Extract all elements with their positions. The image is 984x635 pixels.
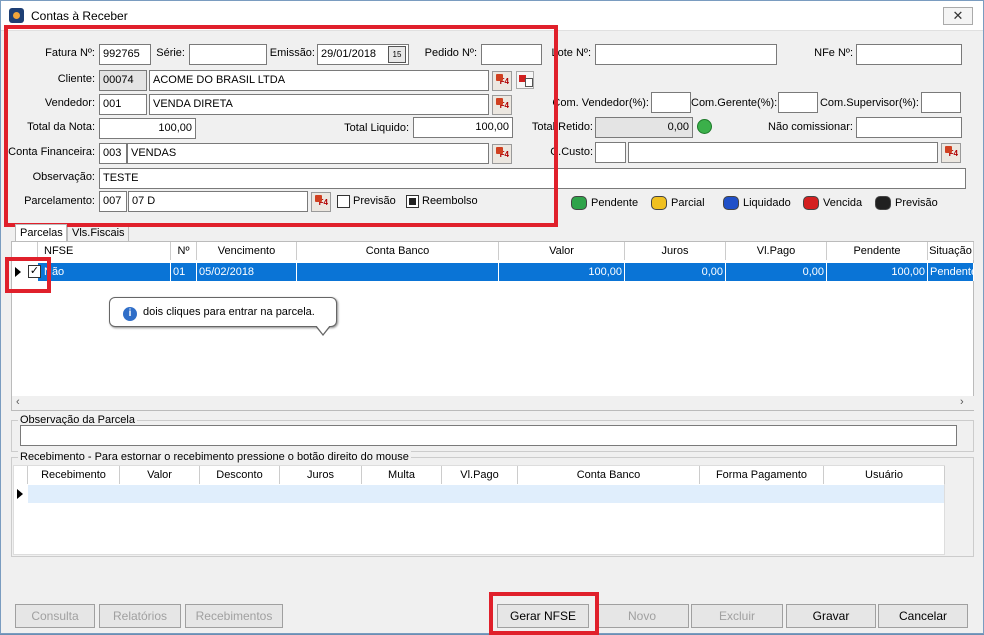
window-title: Contas à Receber — [31, 9, 128, 23]
horizontal-scrollbar[interactable]: ‹ › — [12, 396, 974, 410]
ccusto-code-input[interactable] — [595, 142, 626, 163]
table-row[interactable]: ✓ Não 01 05/02/2018 100,00 0,00 0,00 100… — [12, 263, 974, 281]
ccusto-name-input[interactable] — [628, 142, 938, 163]
relatorios-button[interactable]: Relatórios — [99, 604, 181, 628]
rec-header-conta-banco[interactable]: Conta Banco — [518, 466, 700, 484]
com-gerente-input[interactable] — [778, 92, 818, 113]
nao-comissionar-input[interactable] — [856, 117, 962, 138]
header-vl-pago[interactable]: Vl.Pago — [726, 242, 827, 260]
rec-header-valor[interactable]: Valor — [120, 466, 200, 484]
legend-parcial-label: Parcial — [671, 197, 705, 209]
cell-nfse: Não — [42, 263, 171, 281]
legend-vencida-icon — [803, 196, 819, 210]
header-numero[interactable]: Nº — [171, 242, 197, 260]
recebimentos-button[interactable]: Recebimentos — [185, 604, 283, 628]
cell-situacao: Pendente — [928, 263, 974, 281]
rec-row-indicator-header — [14, 466, 28, 484]
table-row[interactable] — [14, 485, 944, 503]
header-juros[interactable]: Juros — [625, 242, 726, 260]
com-supervisor-label: Com.Supervisor(%): — [819, 97, 919, 109]
legend-liquidado-icon — [723, 196, 739, 210]
nao-comissionar-label: Não comissionar: — [768, 121, 853, 133]
legend-pendente-label: Pendente — [591, 197, 639, 209]
cell-juros: 0,00 — [625, 263, 726, 281]
ccusto-lookup-icon[interactable]: F4 — [941, 143, 961, 163]
contas-receber-window: Contas à Receber ✕ Fatura Nº: 992765 Sér… — [0, 0, 984, 635]
novo-button[interactable]: Novo — [595, 604, 689, 628]
highlight-checkbox-box — [5, 257, 51, 293]
nfe-label: NFe Nº: — [814, 47, 853, 59]
com-supervisor-input[interactable] — [921, 92, 961, 113]
rec-header-usuario[interactable]: Usuário — [824, 466, 945, 484]
legend-previsao-label: Previsão — [895, 197, 938, 209]
header-pendente[interactable]: Pendente — [827, 242, 928, 260]
close-button[interactable]: ✕ — [943, 7, 973, 25]
cell-conta-banco — [297, 263, 499, 281]
scroll-right-icon[interactable]: › — [960, 396, 964, 408]
cell-valor: 100,00 — [499, 263, 625, 281]
com-gerente-label: Com.Gerente(%): — [691, 97, 778, 109]
total-retido-input: 0,00 — [595, 117, 693, 138]
rec-header-forma-pagamento[interactable]: Forma Pagamento — [700, 466, 824, 484]
legend-pendente-icon — [571, 196, 587, 210]
cell-pendente: 100,00 — [827, 263, 928, 281]
row-new — [28, 485, 944, 503]
cell-vencimento: 05/02/2018 — [197, 263, 297, 281]
rec-header-desconto[interactable]: Desconto — [200, 466, 280, 484]
scroll-left-icon[interactable]: ‹ — [16, 396, 20, 408]
header-vencimento[interactable]: Vencimento — [197, 242, 297, 260]
rec-header-juros[interactable]: Juros — [280, 466, 362, 484]
recebimento-title: Recebimento - Para estornar o recebiment… — [18, 451, 411, 463]
refresh-icon[interactable] — [697, 119, 712, 134]
cell-vl-pago: 0,00 — [726, 263, 827, 281]
tab-parcelas[interactable]: Parcelas — [15, 224, 67, 241]
header-conta-banco[interactable]: Conta Banco — [297, 242, 499, 260]
rec-header-recebimento[interactable]: Recebimento — [28, 466, 120, 484]
header-valor[interactable]: Valor — [499, 242, 625, 260]
com-vendedor-label: Com. Vendedor(%): — [552, 97, 649, 109]
row-pointer-icon — [17, 489, 23, 499]
rec-header-multa[interactable]: Multa — [362, 466, 442, 484]
lote-input[interactable] — [595, 44, 777, 65]
obs-parcela-input[interactable] — [20, 425, 957, 446]
highlight-gerar-nfse-box — [489, 592, 599, 635]
gravar-button[interactable]: Gravar — [786, 604, 876, 628]
nfe-input[interactable] — [856, 44, 962, 65]
legend-previsao-icon — [875, 196, 891, 210]
legend-liquidado-label: Liquidado — [743, 197, 791, 209]
tooltip-text: dois cliques para entrar na parcela. — [143, 306, 315, 318]
legend-parcial-icon — [651, 196, 667, 210]
header-situacao[interactable]: Situação — [928, 242, 974, 260]
consulta-button[interactable]: Consulta — [15, 604, 95, 628]
cell-numero: 01 — [171, 263, 197, 281]
rec-header-vl-pago[interactable]: Vl.Pago — [442, 466, 518, 484]
excluir-button[interactable]: Excluir — [691, 604, 783, 628]
recebimento-grid[interactable]: Recebimento Valor Desconto Juros Multa V… — [13, 465, 945, 555]
highlight-form-box — [4, 25, 558, 227]
header-nfse[interactable]: NFSE — [38, 242, 171, 260]
com-vendedor-input[interactable] — [651, 92, 691, 113]
cancelar-button[interactable]: Cancelar — [878, 604, 968, 628]
info-icon: i — [123, 307, 137, 321]
tooltip: i dois cliques para entrar na parcela. — [109, 297, 337, 336]
app-icon — [9, 8, 24, 23]
legend-vencida-label: Vencida — [823, 197, 863, 209]
